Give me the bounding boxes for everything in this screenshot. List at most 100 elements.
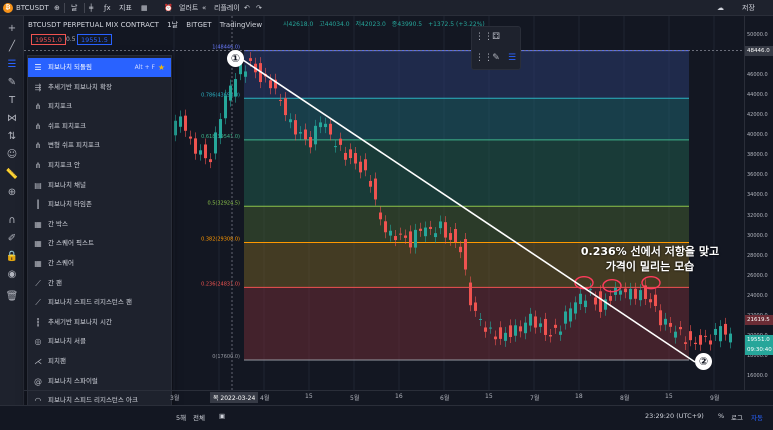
crosshair-icon[interactable]: + — [5, 22, 19, 36]
marker-2: ② — [695, 353, 712, 370]
menu-item[interactable]: ☰ 피보나치 되돌림 Alt + F ★ — [28, 58, 171, 77]
candle-body — [589, 289, 592, 291]
chart-type-icon[interactable]: ╪ — [89, 2, 93, 14]
menu-item[interactable]: ▦ 간 스퀘어 픽스트 — [28, 234, 171, 253]
candle-body — [564, 311, 567, 324]
drag-handle-icon[interactable]: ⋮⋮ — [475, 51, 493, 65]
fib-level-label: 0.236(24831.0) — [201, 281, 240, 287]
magnet-icon[interactable]: ∩ — [5, 214, 19, 228]
menu-item[interactable]: ⋔ 쉬프 피치포크 — [28, 117, 171, 136]
candle-body — [249, 58, 252, 61]
menu-item[interactable]: ⟋ 피보나치 스피드 리지스턴스 팬 — [28, 293, 171, 312]
candle-body — [309, 137, 312, 148]
favorite-star-icon[interactable]: ★ — [158, 58, 165, 77]
candle-body — [479, 318, 482, 320]
menu-item[interactable]: ⋔ 피치포크 안 — [28, 156, 171, 175]
menu-item[interactable]: ⇶ 추세기반 피보나치 확장 — [28, 78, 171, 97]
candle-body — [179, 116, 182, 127]
zoom-icon[interactable]: ⊕ — [5, 186, 19, 200]
price-tick: 38000.0 — [747, 152, 768, 159]
sell-price-button[interactable]: 19551.0 — [31, 34, 66, 45]
gann-box-icon: ▦ — [34, 219, 42, 229]
fib-tools-icon[interactable]: ☰ — [5, 58, 19, 72]
menu-item[interactable]: ◎ 피보나치 서클 — [28, 332, 171, 351]
indicators-button[interactable]: 지표 — [119, 2, 132, 14]
pencil-icon[interactable]: ✎ — [489, 51, 503, 65]
candle-body — [409, 231, 412, 248]
menu-item[interactable]: ▦ 간 박스 — [28, 215, 171, 234]
lock-icon[interactable]: 🔒 — [5, 250, 19, 264]
candle-body — [369, 180, 372, 187]
prediction-icon[interactable]: ⇅ — [5, 130, 19, 144]
candle-body — [719, 326, 722, 342]
candle-body — [269, 80, 272, 89]
candle-body — [674, 331, 677, 338]
range-all-button[interactable]: 전체 — [193, 412, 205, 422]
fib-line-icon[interactable]: ☰ — [505, 51, 519, 65]
candle-body — [444, 222, 447, 238]
menu-item[interactable]: ▦ 간 스퀘어 — [28, 254, 171, 273]
replay-icon[interactable]: « — [202, 2, 206, 14]
time-tick: 15 — [305, 393, 313, 400]
layouts-icon[interactable]: ▦ — [141, 2, 148, 14]
menu-item[interactable]: ⋔ 변형 쉬프 피치포크 — [28, 136, 171, 155]
candle-body — [559, 331, 562, 335]
symbol-search[interactable]: BTCUSDT — [16, 2, 49, 14]
bottom-bar: 5해 전체 ▣ 23:29:20 (UTC+9) % 로그 자동 — [0, 405, 773, 430]
legend-interval: 1날 — [167, 21, 179, 29]
indicators-icon[interactable]: ƒx — [104, 2, 111, 14]
eye-icon[interactable]: ◉ — [5, 268, 19, 282]
price-axis[interactable]: 50000.048000.046000.044000.042000.040000… — [744, 16, 773, 390]
menu-item[interactable]: ⋔ 피치포크 — [28, 97, 171, 116]
menu-item[interactable]: ┃ 피보나치 타임존 — [28, 195, 171, 214]
redo-icon[interactable]: ↷ — [256, 2, 262, 14]
alert-button[interactable]: 얼러트 — [179, 2, 198, 14]
replay-button[interactable]: 리플레이 — [214, 2, 240, 14]
menu-item-label: 간 팬 — [48, 278, 63, 287]
candle-body — [424, 227, 427, 237]
template-icon[interactable]: ⚃ — [489, 30, 503, 44]
clock-text[interactable]: 23:29:20 (UTC+9) — [645, 412, 704, 420]
candle-body — [404, 235, 407, 238]
interval-selector[interactable]: 날 — [71, 2, 77, 14]
candle-body — [234, 79, 237, 97]
time-tick: 15 — [485, 393, 493, 400]
trash-icon[interactable]: 🗑 — [5, 290, 19, 304]
buy-price-button[interactable]: 19551.5 — [77, 34, 112, 45]
range-5y-button[interactable]: 5해 — [176, 412, 186, 422]
text-icon[interactable]: T — [5, 94, 19, 108]
log-toggle[interactable]: 로그 — [731, 412, 743, 422]
auto-toggle[interactable]: 자동 — [751, 412, 763, 422]
add-symbol-icon[interactable]: ⊕ — [54, 2, 60, 14]
candle-body — [659, 310, 662, 326]
emoji-icon[interactable]: ☺ — [5, 148, 19, 162]
bar-countdown: 09:30:40 — [745, 345, 773, 356]
ohlc-high: 고44034.0 — [319, 21, 350, 28]
menu-item[interactable]: @ 피보나치 스파이럴 — [28, 372, 171, 391]
candle-body — [414, 229, 417, 248]
save-button[interactable]: 저장 — [742, 2, 755, 14]
drag-handle-icon[interactable]: ⋮⋮ — [475, 30, 493, 44]
pattern-icon[interactable]: ⋈ — [5, 112, 19, 126]
candle-body — [399, 233, 402, 235]
cloud-icon[interactable]: ☁ — [717, 2, 724, 14]
candle-body — [694, 342, 697, 345]
goto-date-icon[interactable]: ▣ — [219, 412, 225, 420]
ruler-icon[interactable]: 📏 — [5, 168, 19, 182]
candle-body — [389, 230, 392, 236]
alert-icon[interactable]: ⏰ — [164, 2, 173, 14]
fib-band — [244, 206, 689, 243]
undo-icon[interactable]: ↶ — [244, 2, 250, 14]
menu-item[interactable]: ⋌ 피치팬 — [28, 352, 171, 371]
stay-drawing-icon[interactable]: ✐ — [5, 232, 19, 246]
time-axis[interactable]: 3월154월155월166월157월188월159월목 2022-03-24 — [24, 390, 773, 405]
candle-body — [549, 335, 552, 337]
menu-item[interactable]: ▤ 피보나치 채널 — [28, 176, 171, 195]
menu-item[interactable]: ⟋ 간 팬 — [28, 274, 171, 293]
menu-item[interactable]: ┇ 추세기반 피보나치 시간 — [28, 313, 171, 332]
trendline-icon[interactable]: ╱ — [5, 40, 19, 54]
brush-icon[interactable]: ✎ — [5, 76, 19, 90]
percent-toggle[interactable]: % — [718, 412, 724, 420]
candle-body — [229, 85, 232, 101]
menu-item-label: 피치포크 안 — [48, 161, 80, 169]
